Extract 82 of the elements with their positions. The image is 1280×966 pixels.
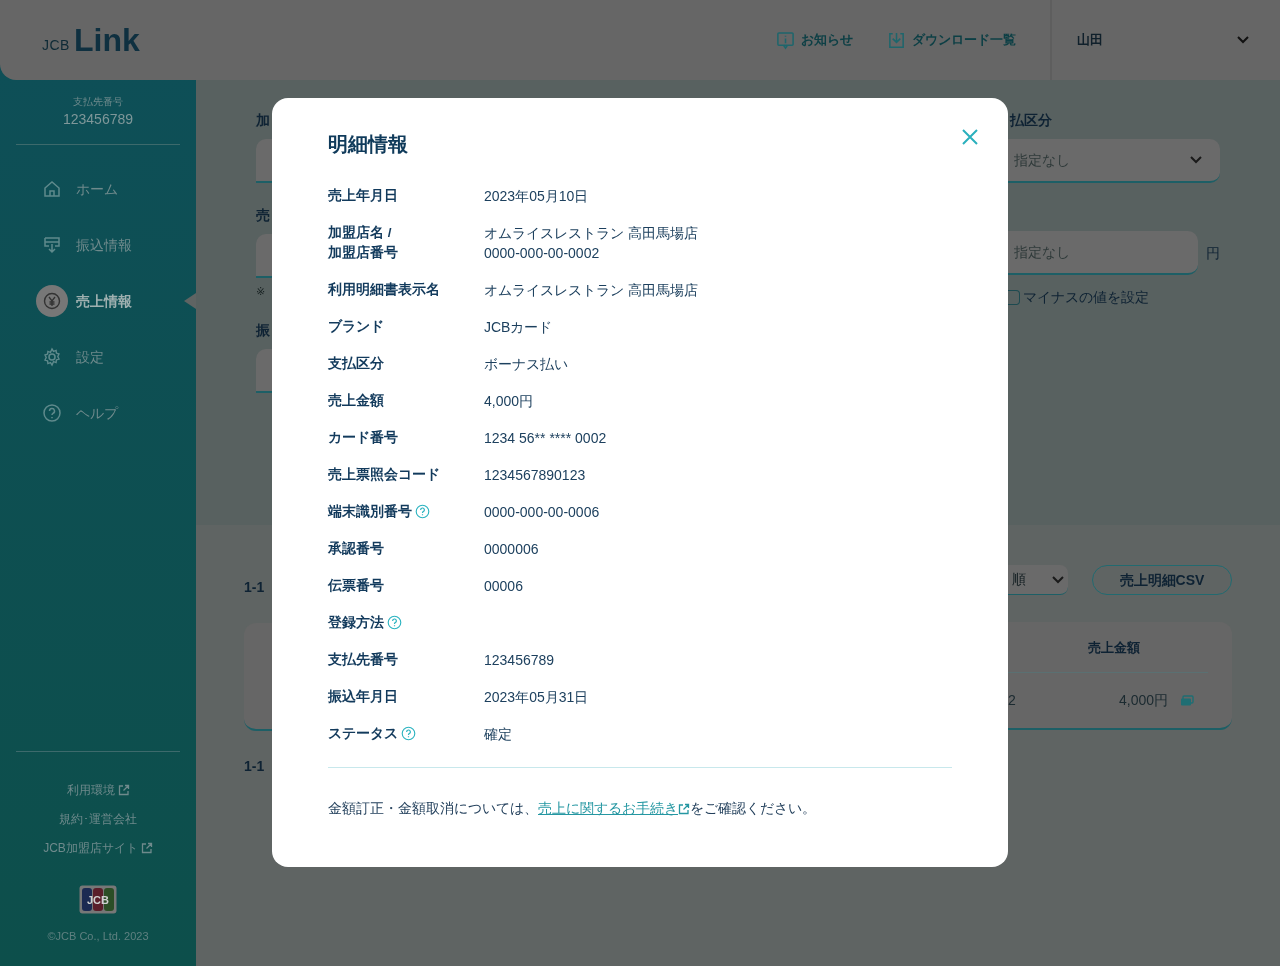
detail-value: 1234 56** **** 0002 xyxy=(484,429,607,448)
detail-value: ボーナス払い xyxy=(484,355,568,374)
detail-value: 00006 xyxy=(484,577,523,596)
nav-item[interactable]: 振込情報 xyxy=(0,217,196,273)
brand-logo: JCB xyxy=(79,884,117,914)
detail-value: 123456789 xyxy=(484,651,555,670)
procedure-link[interactable]: 売上に関するお手続き xyxy=(538,800,678,816)
table-cell-text: 2 xyxy=(1008,691,1016,710)
result-count: 1-1 xyxy=(244,757,266,776)
header-link[interactable]: ダウンロード一覧 xyxy=(887,30,1016,50)
logo-prefix: JCB xyxy=(42,36,70,55)
detail-value: オムライスレストラン 高田馬場店 0000-000-00-0002 xyxy=(484,224,698,263)
detail-value: JCBカード xyxy=(484,318,553,337)
detail-value: 4,000円 xyxy=(484,392,534,411)
logo-text: Link xyxy=(73,24,140,56)
dialog-title: 明細情報 xyxy=(328,132,409,156)
detail-label: 売上年月日 xyxy=(328,187,398,205)
home-icon xyxy=(42,179,62,199)
info-icon xyxy=(776,30,795,50)
detail-label: 振込年月日 xyxy=(328,688,398,706)
external-link-icon xyxy=(117,784,130,796)
chevron-down-icon xyxy=(1190,156,1202,164)
nav-item[interactable]: 設定 xyxy=(0,329,196,385)
column-header: 売上金額 xyxy=(1088,639,1140,657)
account-number: 123456789 xyxy=(61,110,135,129)
sort-select[interactable]: 順 xyxy=(1008,565,1068,595)
account-label: 支払先番号 xyxy=(72,95,124,109)
download-icon xyxy=(887,30,906,50)
nav-item[interactable]: ヘルプ xyxy=(0,385,196,441)
detail-value: オムライスレストラン 高田馬場店 xyxy=(484,281,698,300)
help-icon[interactable] xyxy=(415,504,430,519)
detail-label: ブランド xyxy=(328,318,384,336)
detail-label: 支払先番号 xyxy=(328,651,398,669)
detail-value: 確定 xyxy=(484,725,512,744)
detail-value: 0000006 xyxy=(484,540,539,559)
detail-label: 売上票照会コード xyxy=(328,466,440,484)
nav-item[interactable]: 売上情報 xyxy=(0,273,196,329)
detail-label: ステータス xyxy=(328,725,398,743)
field-label: 払区分 xyxy=(1008,111,1053,130)
detail-value: 1234567890123 xyxy=(484,466,586,485)
footer-link[interactable]: JCB加盟店サイト xyxy=(43,833,153,863)
help-icon[interactable] xyxy=(401,726,416,741)
gear-icon xyxy=(42,347,62,367)
detail-label: カード番号 xyxy=(328,429,398,447)
input-field[interactable] xyxy=(256,349,272,393)
detail-label: 承認番号 xyxy=(328,540,384,558)
detail-label: 加盟店名 / 加盟店番号 xyxy=(328,224,398,262)
table-cell-text: 4,000円 xyxy=(1118,691,1168,710)
field-label: 売 xyxy=(256,206,271,225)
external-link-icon xyxy=(140,842,153,854)
external-link-icon xyxy=(678,803,690,816)
detail-label: 端末識別番号 xyxy=(328,503,412,521)
result-count: 1-1 xyxy=(244,578,266,597)
field-label: 振 xyxy=(256,321,271,340)
detail-value: 2023年05月10日 xyxy=(484,187,589,206)
field-label: 加 xyxy=(256,111,271,130)
header-link[interactable]: お知らせ xyxy=(776,30,853,50)
detail-value: 0000-000-00-0006 xyxy=(484,503,600,522)
detail-label: 利用明細書表示名 xyxy=(328,281,440,299)
input-field[interactable] xyxy=(256,139,272,183)
yen-icon xyxy=(42,291,62,311)
tray-icon xyxy=(42,235,62,255)
note-text: 金額訂正・金額取消については、売上に関するお手続き をご確認ください。 xyxy=(328,799,817,818)
note-text: ※ xyxy=(256,284,267,298)
detail-label: 支払区分 xyxy=(328,355,384,373)
window-icon[interactable] xyxy=(1180,694,1194,707)
detail-label: 登録方法 xyxy=(328,614,384,632)
close-icon xyxy=(962,129,978,146)
detail-label: 伝票番号 xyxy=(328,577,384,595)
chevron-down-icon xyxy=(1052,575,1064,584)
copyright: ©JCB Co., Ltd. 2023 xyxy=(46,928,150,944)
help-icon[interactable] xyxy=(387,615,402,630)
footer-link[interactable]: 規約･運営会社 xyxy=(59,804,137,834)
unit-label: 円 xyxy=(1206,243,1220,263)
detail-value: 2023年05月31日 xyxy=(484,688,589,707)
nav-item[interactable]: ホーム xyxy=(0,161,196,217)
help-icon xyxy=(42,403,62,423)
footer-link[interactable]: 利用環境 xyxy=(66,775,130,805)
detail-label: 売上金額 xyxy=(328,392,384,410)
checkbox-label: マイナスの値を設定 xyxy=(1023,288,1149,307)
input-field[interactable] xyxy=(256,234,272,278)
chevron-down-icon xyxy=(1236,35,1250,45)
